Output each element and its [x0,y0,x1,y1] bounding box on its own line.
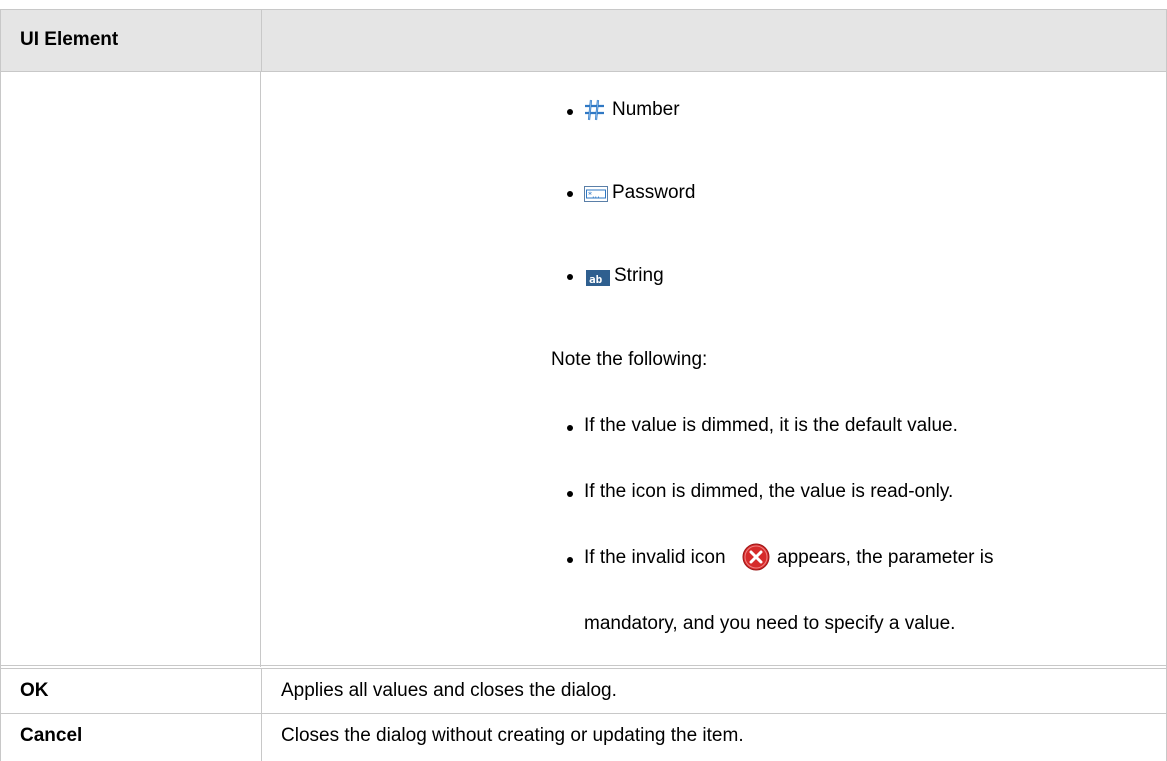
note-intro: Note the following: [551,349,708,370]
row-description-ok: Applies all values and closes the dialog… [281,680,617,701]
invalid-icon [742,543,770,571]
type-number-label: Number [612,99,680,120]
row-divider [0,713,1167,714]
table-header [1,10,1166,71]
type-string-label: String [614,265,664,286]
list-bullet [567,274,573,280]
row-element-ok: OK [20,680,49,701]
header-ui-element: UI Element [20,29,119,50]
list-bullet [567,425,573,431]
note-invalid-before: If the invalid icon [584,547,726,568]
note-invalid-line2: mandatory, and you need to specify a val… [584,613,956,634]
list-bullet [567,557,573,563]
note-dimmed-icon: If the icon is dimmed, the value is read… [584,481,954,502]
password-icon: *... [584,186,608,202]
row-element-cancel: Cancel [20,725,83,746]
string-icon: ab [586,270,610,286]
note-dimmed-value: If the value is dimmed, it is the defaul… [584,415,958,436]
table-left-border [0,9,1,761]
header-bottom-border [0,71,1167,72]
note-invalid-after: appears, the parameter is [777,547,994,568]
list-bullet [567,491,573,497]
row-description-cancel: Closes the dialog without creating or up… [281,725,744,746]
row-divider-double [0,668,1167,669]
column-divider [260,71,261,667]
list-bullet [567,109,573,115]
table-top-border [0,9,1167,10]
list-bullet [567,191,573,197]
number-icon [585,99,604,121]
svg-text:*...: *... [588,191,600,200]
column-divider [261,9,262,72]
column-divider [261,668,262,761]
svg-text:ab: ab [589,273,603,286]
row-divider [0,665,1167,666]
type-password-label: Password [612,182,696,203]
ui-element-table: UI Element Number *... Password ab Strin… [0,0,1167,761]
